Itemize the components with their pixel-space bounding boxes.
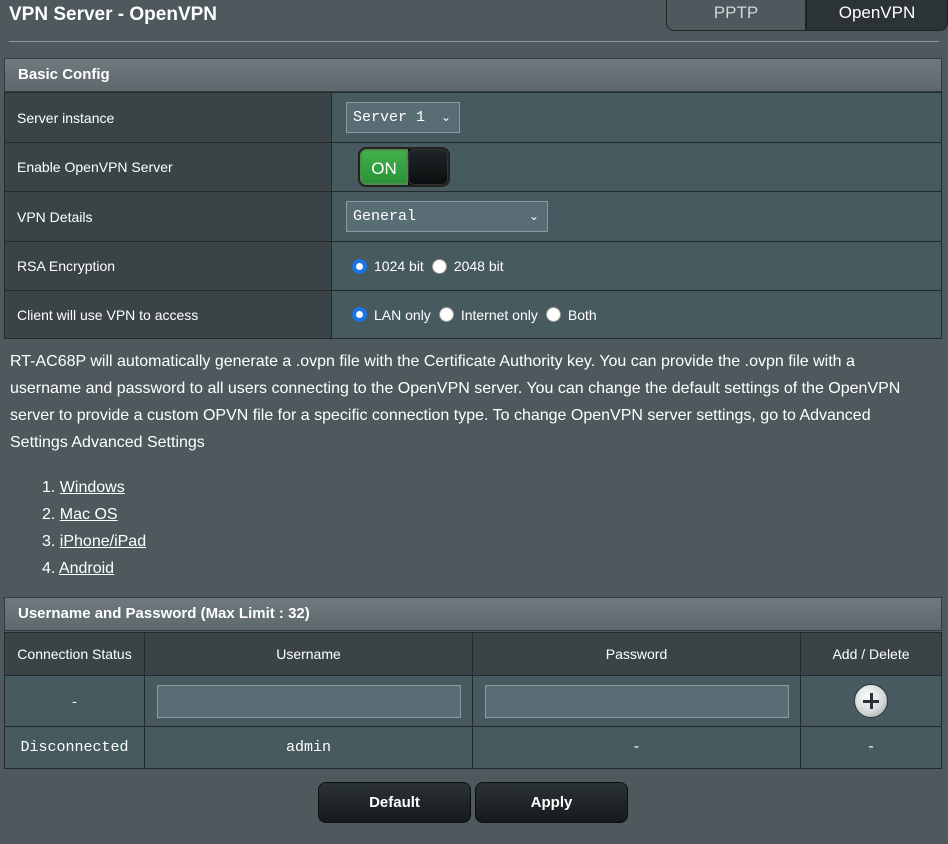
row-action[interactable]: -: [800, 726, 942, 769]
server-instance-label: Server instance: [4, 92, 332, 143]
row-username: admin: [144, 726, 473, 769]
rsa-encryption-options: 1024 bit 2048 bit: [346, 258, 941, 274]
radio-1024-bit[interactable]: [352, 258, 367, 274]
basic-config-header: Basic Config: [4, 58, 942, 92]
page-title: VPN Server - OpenVPN: [9, 4, 218, 25]
apply-button[interactable]: Apply: [475, 782, 628, 823]
link-windows[interactable]: Windows: [60, 479, 125, 496]
radio-2048-bit-label: 2048 bit: [453, 258, 504, 274]
vpn-details-select[interactable]: General ⌄: [346, 201, 548, 232]
link-mac-os[interactable]: Mac OS: [60, 506, 118, 523]
vpn-details-label: VPN Details: [4, 191, 332, 242]
username-input[interactable]: [156, 684, 461, 718]
col-connection-status: Connection Status: [4, 632, 145, 676]
new-username-cell: [144, 675, 473, 727]
password-input[interactable]: [484, 684, 789, 718]
toggle-on-label: ON: [360, 149, 408, 185]
row-status: Disconnected: [4, 726, 145, 769]
client-access-cell: LAN only Internet only Both: [331, 290, 942, 339]
new-password-cell: [472, 675, 801, 727]
server-instance-cell: Server 1 ⌄: [331, 92, 942, 143]
col-add-delete: Add / Delete: [800, 632, 942, 676]
list-item: 1. Windows: [42, 479, 125, 496]
add-user-icon[interactable]: [854, 684, 888, 718]
col-username: Username: [144, 632, 473, 676]
radio-internet-only-label: Internet only: [460, 306, 538, 323]
title-divider: [9, 41, 939, 42]
server-instance-select[interactable]: Server 1 ⌄: [346, 102, 460, 133]
chevron-down-icon: ⌄: [528, 209, 539, 223]
col-password: Password: [472, 632, 801, 676]
radio-lan-only[interactable]: [352, 307, 367, 322]
users-table: Connection Status Username Password Add …: [4, 632, 942, 769]
enable-server-cell: ON: [331, 142, 942, 192]
toggle-knob: [408, 149, 448, 185]
vpn-details-value: General: [353, 208, 417, 225]
server-instance-value: Server 1: [353, 109, 426, 126]
users-header: Username and Password (Max Limit : 32): [4, 597, 942, 631]
radio-both[interactable]: [545, 307, 561, 322]
list-item: 2. Mac OS: [42, 506, 118, 523]
chevron-down-icon: ⌄: [440, 110, 451, 124]
radio-both-label: Both: [567, 306, 597, 323]
radio-internet-only[interactable]: [438, 307, 454, 322]
enable-server-toggle[interactable]: ON: [358, 147, 450, 187]
new-row-status: -: [4, 675, 145, 727]
client-access-label: Client will use VPN to access: [4, 290, 332, 339]
tab-openvpn[interactable]: OpenVPN: [806, 0, 948, 31]
table-row: -: [4, 675, 942, 727]
link-android[interactable]: Android: [59, 560, 114, 577]
row-password: -: [472, 726, 801, 769]
rsa-encryption-cell: 1024 bit 2048 bit: [331, 241, 942, 291]
list-item: 4. Android: [42, 560, 115, 577]
link-iphone-ipad[interactable]: iPhone/iPad: [60, 533, 146, 550]
enable-server-label: Enable OpenVPN Server: [4, 142, 332, 192]
list-item: 3. iPhone/iPad: [42, 533, 147, 550]
tab-pptp[interactable]: PPTP: [666, 0, 806, 31]
radio-1024-bit-label: 1024 bit: [374, 258, 424, 274]
basic-config-table: Server instance Server 1 ⌄ Enable OpenVP…: [4, 92, 942, 339]
radio-2048-bit[interactable]: [431, 258, 447, 274]
ovpn-description: RT-AC68P will automatically generate a .…: [10, 353, 901, 451]
client-access-options: LAN only Internet only Both: [346, 307, 941, 323]
protocol-tabs: PPTP OpenVPN: [666, 0, 948, 31]
default-button[interactable]: Default: [318, 782, 471, 823]
os-link-list: 1. Windows 2. Mac OS 3. iPhone/iPad 4. A…: [42, 474, 146, 582]
table-row: Disconnected admin - -: [4, 726, 942, 769]
rsa-encryption-label: RSA Encryption: [4, 241, 332, 291]
radio-lan-only-label: LAN only: [374, 306, 431, 323]
add-cell: [800, 675, 942, 727]
vpn-details-cell: General ⌄: [331, 191, 942, 242]
